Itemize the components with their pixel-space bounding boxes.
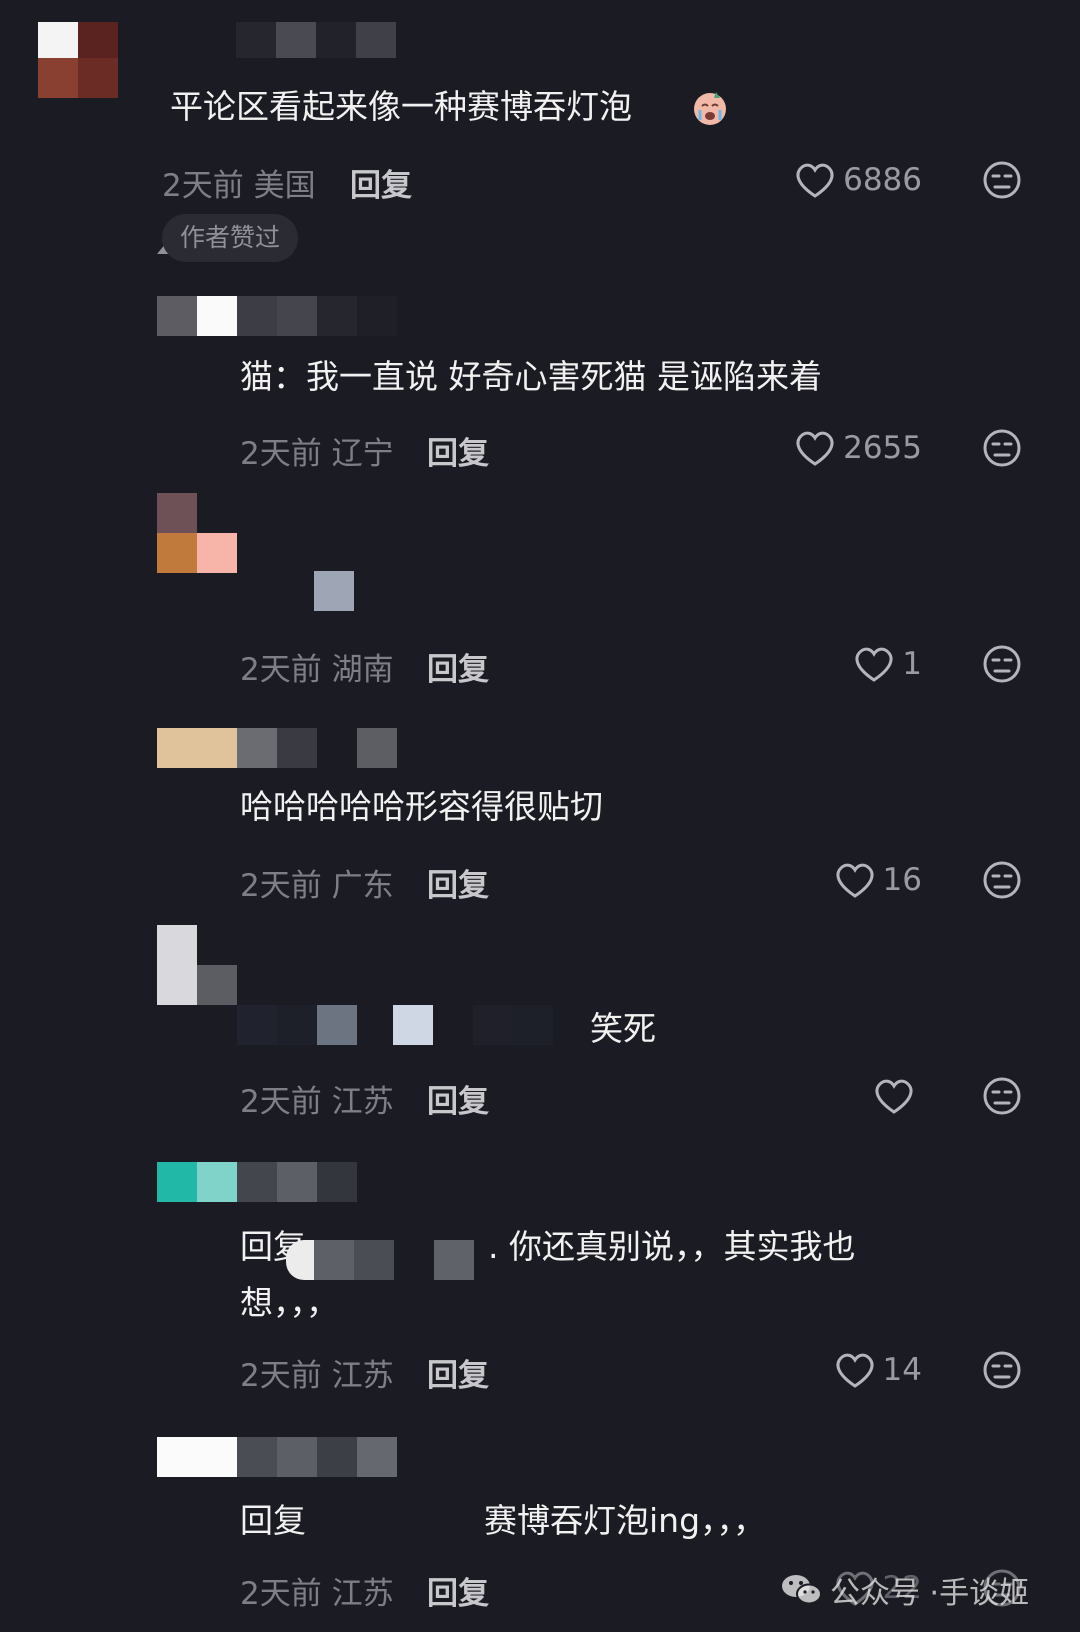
comment-time: 2天前 湖南 (240, 652, 394, 688)
comment-text: 猫：我一直说 好奇心害死猫 是诬陷来着 (240, 357, 822, 396)
like-count: 1 (902, 646, 922, 682)
reply-button[interactable]: 回复 (427, 644, 489, 689)
like-count: 16 (882, 862, 922, 898)
comment-text: 笑死 (590, 1009, 656, 1048)
reply-button[interactable]: 回复 (427, 860, 489, 905)
censored-block (314, 571, 354, 611)
comment-text-cont: 想，，， (240, 1283, 339, 1322)
heart-outline-icon (836, 863, 873, 898)
comment-time: 2天前 广东 (240, 868, 394, 904)
comment-time: 2天前 江苏 (240, 1576, 394, 1612)
heart-outline-icon (796, 431, 834, 466)
neutral-face-icon[interactable] (982, 860, 1022, 900)
neutral-face-icon[interactable] (982, 160, 1022, 200)
comment-text: 哈哈哈哈哈形容得很贴切 (240, 787, 603, 826)
mention-censored (286, 1240, 476, 1280)
heart-outline-icon (796, 163, 834, 198)
reply-button[interactable]: 回复 (427, 1568, 489, 1613)
watermark: 公众号 · 手谈姬 (780, 1568, 1029, 1612)
username-censored[interactable] (157, 1162, 357, 1202)
avatar[interactable] (157, 493, 237, 573)
neutral-face-icon[interactable] (982, 1350, 1022, 1390)
comment-time: 2天前 美国 (162, 168, 316, 204)
like-button[interactable]: 16 (810, 860, 922, 900)
comment-time: 2天前 江苏 (240, 1084, 394, 1120)
like-button[interactable] (850, 1076, 922, 1116)
crying-face-icon (694, 92, 726, 125)
like-count: 6886 (843, 162, 922, 198)
username-censored[interactable] (157, 728, 397, 768)
comment-time: 2天前 江苏 (240, 1358, 394, 1394)
like-count: 2655 (843, 430, 922, 466)
comment-text: 赛博吞灯泡ing，，， (484, 1501, 767, 1540)
watermark-name: 手谈姬 (939, 1576, 1030, 1611)
neutral-face-icon[interactable] (982, 428, 1022, 468)
comment-text: 平论区看起来像一种赛博吞灯泡 (170, 87, 632, 126)
avatar[interactable] (38, 22, 118, 100)
heart-outline-icon (855, 647, 893, 682)
comment-reply-prefix: 回复 (240, 1501, 306, 1540)
like-button[interactable]: 2655 (790, 428, 922, 468)
watermark-prefix: 公众号 · (830, 1576, 940, 1611)
like-button[interactable]: 6886 (790, 160, 922, 200)
reply-button[interactable]: 回复 (427, 428, 489, 473)
author-liked-badge: 作者赞过 (162, 214, 298, 262)
like-button[interactable]: 14 (810, 1350, 922, 1390)
username-censored[interactable] (236, 22, 396, 58)
username-censored[interactable] (237, 1005, 557, 1045)
comment-time: 2天前 辽宁 (240, 436, 394, 472)
neutral-face-icon[interactable] (982, 644, 1022, 684)
reply-button[interactable]: 回复 (350, 160, 412, 205)
avatar[interactable] (157, 925, 237, 1005)
heart-outline-icon (836, 1353, 873, 1388)
wechat-icon (782, 1575, 822, 1605)
like-button[interactable]: 1 (830, 644, 922, 684)
like-count: 14 (882, 1352, 922, 1388)
comment-text: . 你还真别说，，其实我也 (488, 1227, 856, 1266)
heart-outline-icon (875, 1079, 913, 1114)
neutral-face-icon[interactable] (982, 1076, 1022, 1116)
reply-button[interactable]: 回复 (427, 1076, 489, 1121)
username-censored[interactable] (157, 1437, 397, 1477)
reply-button[interactable]: 回复 (427, 1350, 489, 1395)
username-censored[interactable] (157, 296, 397, 336)
